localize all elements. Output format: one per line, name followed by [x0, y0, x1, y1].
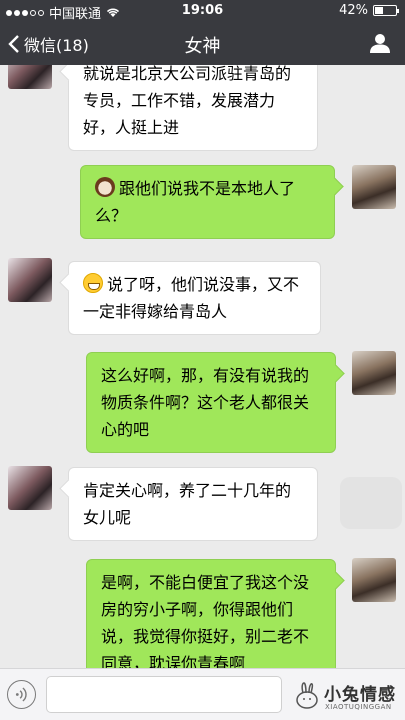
- nav-bar: 微信(18) 女神: [0, 22, 405, 65]
- message-text: 是啊，不能白便宜了我这个没房的穷小子啊，你得跟他们说，我觉得你挺好，别二老不同意…: [101, 573, 310, 668]
- message-input[interactable]: [46, 676, 282, 713]
- voice-wave-icon: [15, 687, 27, 702]
- top-bar: 中国联通 19:06 42% 微信(18) 女神: [0, 0, 405, 65]
- my-avatar[interactable]: [352, 558, 396, 602]
- cow-emoji-icon: [95, 177, 115, 197]
- message-text: 跟他们说我不是本地人了么？: [95, 179, 296, 225]
- message-bubble[interactable]: 是啊，不能白便宜了我这个没房的穷小子啊，你得跟他们说，我觉得你挺好，别二老不同意…: [86, 559, 336, 668]
- watermark-title: 小兔情感: [324, 685, 396, 705]
- watermark-subtitle: XIAOTUQINGGAN: [325, 703, 392, 711]
- message-bubble[interactable]: 就说是北京大公司派驻青岛的专员，工作不错，发展潜力好，人挺上进: [68, 65, 318, 151]
- person-icon[interactable]: [369, 32, 391, 54]
- chat-area[interactable]: 就说是北京大公司派驻青岛的专员，工作不错，发展潜力好，人挺上进 跟他们说我不是本…: [0, 65, 405, 668]
- battery-status: 42%: [339, 3, 399, 18]
- battery-percent: 42%: [339, 3, 368, 18]
- floating-overlay: [340, 477, 402, 529]
- rabbit-logo-icon: [296, 682, 318, 709]
- message-bubble[interactable]: 肯定关心啊，养了二十几年的女儿呢: [68, 467, 318, 541]
- grin-emoji-icon: [83, 273, 103, 293]
- contact-avatar[interactable]: [8, 466, 52, 510]
- battery-fill: [375, 7, 384, 14]
- my-avatar[interactable]: [352, 165, 396, 209]
- message-bubble[interactable]: 说了呀，他们说没事，又不一定非得嫁给青岛人: [68, 261, 321, 335]
- message-text: 这么好啊，那，有没有说我的物质条件啊？这个老人都很关心的吧: [101, 366, 310, 439]
- contact-avatar[interactable]: [8, 258, 52, 302]
- battery-icon: [373, 5, 399, 16]
- message-bubble[interactable]: 这么好啊，那，有没有说我的物质条件啊？这个老人都很关心的吧: [86, 352, 336, 453]
- message-text: 说了呀，他们说没事，又不一定非得嫁给青岛人: [83, 275, 300, 321]
- status-bar: 中国联通 19:06 42%: [0, 0, 405, 22]
- message-text: 就说是北京大公司派驻青岛的专员，工作不错，发展潜力好，人挺上进: [83, 65, 292, 137]
- contact-avatar[interactable]: [8, 65, 52, 89]
- voice-icon[interactable]: [7, 680, 36, 709]
- my-avatar[interactable]: [352, 351, 396, 395]
- input-bar: 小兔情感 XIAOTUQINGGAN: [0, 668, 405, 720]
- chat-title: 女神: [184, 36, 221, 57]
- watermark-logo: 小兔情感 XIAOTUQINGGAN: [288, 675, 404, 717]
- message-text: 肯定关心啊，养了二十几年的女儿呢: [83, 481, 292, 527]
- message-bubble[interactable]: 跟他们说我不是本地人了么？: [80, 165, 335, 239]
